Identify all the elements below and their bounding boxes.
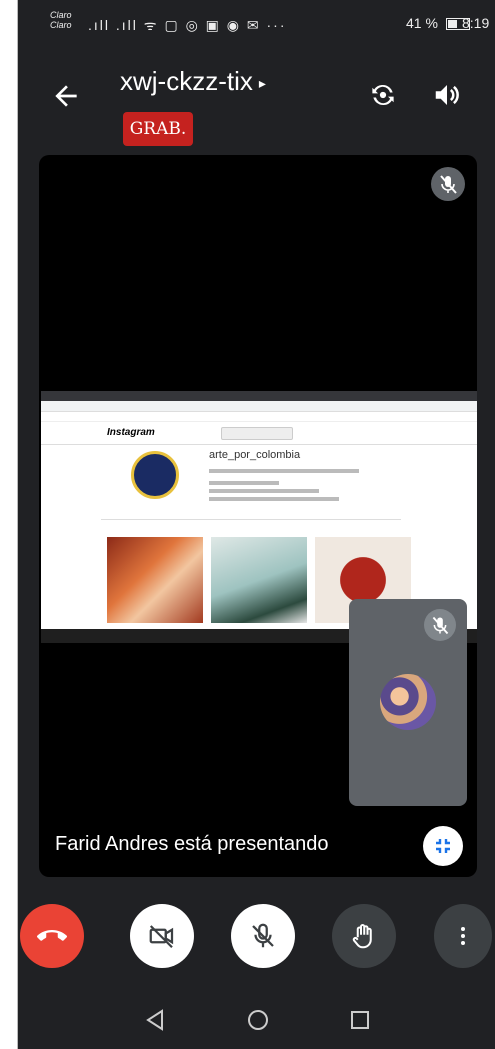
camera-toggle-button[interactable] <box>130 904 194 968</box>
profile-tabs <box>101 519 401 520</box>
left-border <box>0 0 18 1049</box>
more-vert-icon <box>461 927 465 945</box>
minimize-icon <box>436 839 450 853</box>
video-off-icon <box>149 925 174 949</box>
profile-bio-3 <box>209 497 339 501</box>
instagram-search <box>221 427 293 440</box>
carrier-2: Claro <box>50 20 72 30</box>
profile-name: arte_por_colombia <box>209 449 301 461</box>
square-recents-icon <box>351 1011 369 1029</box>
nav-recents-button[interactable] <box>340 1000 380 1040</box>
speaker-icon <box>435 85 459 105</box>
recording-badge: GRAB. <box>123 112 193 146</box>
mic-off-icon <box>432 616 449 635</box>
status-bar: Claro Claro .ıll .ıll ᯤ ▢ ◎ ▣ ◉ ✉ ··· 41… <box>18 0 495 48</box>
nav-back-button[interactable] <box>136 1000 176 1040</box>
self-avatar <box>380 674 436 730</box>
mic-off-icon <box>440 175 457 194</box>
microphone-toggle-button[interactable] <box>231 904 295 968</box>
post-thumbnail <box>107 537 203 623</box>
instagram-logo: Instagram <box>107 427 155 438</box>
raise-hand-button[interactable] <box>332 904 396 968</box>
end-call-button[interactable] <box>20 904 84 968</box>
browser-bookmarks <box>41 412 477 422</box>
minimize-presentation-button[interactable] <box>423 826 463 866</box>
profile-stats <box>209 469 359 473</box>
camera-switch-icon <box>372 84 394 106</box>
carrier-label: Claro Claro <box>50 10 72 30</box>
post-thumbnail <box>211 537 307 623</box>
battery-percent: 41 % <box>406 15 438 31</box>
circle-home-icon <box>248 1010 268 1030</box>
back-button[interactable] <box>50 80 82 112</box>
battery-indicator: 41 % <box>406 15 470 31</box>
arrow-left-icon <box>55 85 77 107</box>
more-options-button[interactable] <box>434 904 492 968</box>
caret-right-icon: ▸ <box>258 74 266 91</box>
phone-screen: Claro Claro .ıll .ıll ᯤ ▢ ◎ ▣ ◉ ✉ ··· 41… <box>18 0 495 1049</box>
presenter-muted-indicator <box>431 167 465 201</box>
switch-camera-button[interactable] <box>368 80 398 110</box>
nav-home-button[interactable] <box>238 1000 278 1040</box>
meeting-title[interactable]: xwj-ckzz-tix ▸ <box>120 66 266 97</box>
raise-hand-icon <box>352 924 372 949</box>
self-muted-indicator <box>424 609 456 641</box>
self-view-tile[interactable] <box>349 599 467 806</box>
profile-bio-1 <box>209 481 279 485</box>
profile-bio-2 <box>209 489 319 493</box>
clock: 8:19 <box>462 15 490 31</box>
triangle-back-icon <box>146 1009 163 1031</box>
profile-picture <box>131 451 179 499</box>
status-icons: .ıll .ıll ᯤ ▢ ◎ ▣ ◉ ✉ ··· <box>88 17 287 33</box>
speaker-button[interactable] <box>432 80 462 110</box>
browser-address-bar <box>41 401 477 412</box>
call-end-icon <box>37 930 67 941</box>
meeting-code: xwj-ckzz-tix <box>120 66 253 96</box>
instagram-header: Instagram <box>41 422 477 445</box>
carrier-1: Claro <box>50 10 72 20</box>
browser-tabs <box>41 391 477 401</box>
presenter-label: Farid Andres está presentando <box>55 833 329 855</box>
mic-off-icon <box>252 923 274 948</box>
